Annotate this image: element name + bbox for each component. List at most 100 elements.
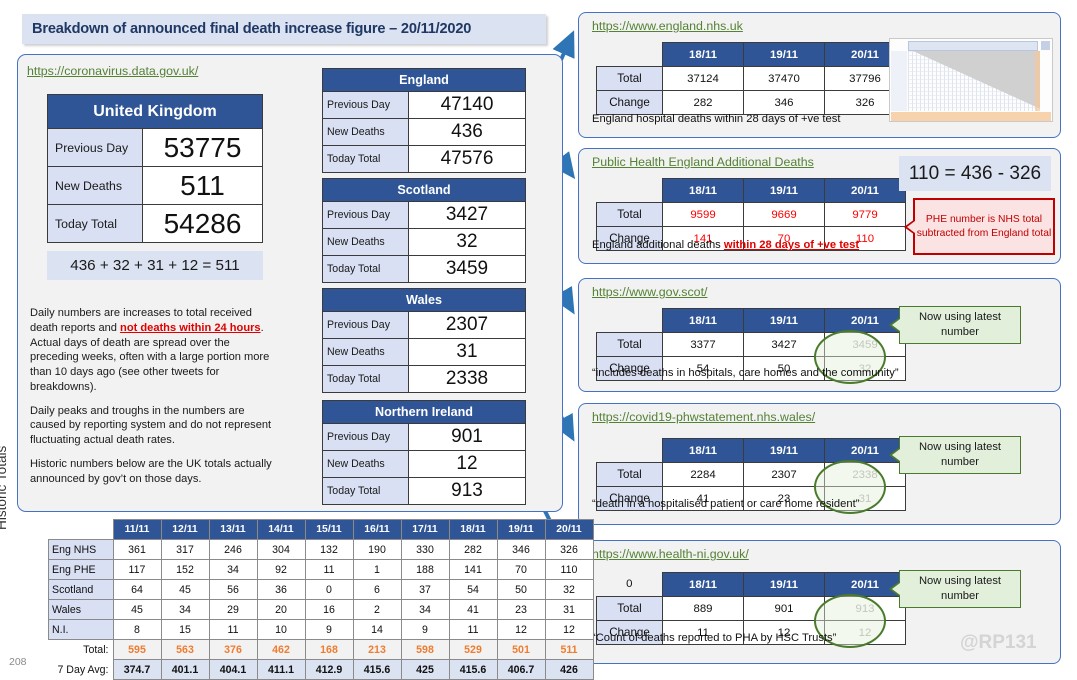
- thumb-right-column: [1035, 51, 1040, 111]
- note-paragraph: Daily numbers are increases to total rec…: [30, 306, 280, 395]
- latest-number-callout: Now using latest number: [889, 436, 1021, 474]
- table-row: Wales 45 34 29 20 16 2 34 41 23 31: [48, 599, 594, 620]
- phe-additional-deaths-link[interactable]: Public Health England Additional Deaths: [592, 155, 814, 169]
- data-cell: 426: [544, 659, 594, 680]
- row-label: Total: [596, 332, 663, 357]
- coronavirus-data-link[interactable]: https://coronavirus.data.gov.uk/: [27, 64, 198, 78]
- health-ni-link[interactable]: https://www.health-ni.gov.uk/: [592, 547, 749, 561]
- historic-totals-label: Historic Totals: [0, 445, 9, 530]
- data-cell: 12: [496, 619, 546, 640]
- row-value: 3427: [408, 201, 526, 229]
- page-title: Breakdown of announced final death incre…: [22, 14, 546, 44]
- uk-sum-formula-text: 436 + 32 + 31 + 12 = 511: [70, 257, 240, 274]
- table-row: United Kingdom: [47, 94, 263, 129]
- data-cell: 406.7: [496, 659, 546, 680]
- source-panel-wales: https://covid19-phwstatement.nhs.wales/ …: [578, 403, 1061, 525]
- nation-table-wales: Wales Previous Day 2307 New Deaths 31 Toda…: [322, 288, 526, 393]
- table-row: Today Total 913: [322, 477, 526, 505]
- historic-totals-table: 11/11 12/11 13/11 14/11 15/11 16/11 17/11 18/11…: [48, 519, 594, 680]
- phw-wales-link[interactable]: https://covid19-phwstatement.nhs.wales/: [592, 410, 815, 424]
- table-row: Today Total 54286: [47, 204, 263, 243]
- corner-cell: [597, 439, 663, 463]
- table-row: Previous Day 901: [322, 423, 526, 451]
- table-row: New Deaths 511: [47, 166, 263, 205]
- data-cell: 6: [352, 579, 402, 600]
- data-cell: 9599: [662, 202, 744, 227]
- data-cell: 361: [112, 539, 162, 560]
- data-cell: 50: [496, 579, 546, 600]
- england-nhs-link[interactable]: https://www.england.nhs.uk: [592, 19, 743, 33]
- data-cell: 595: [112, 639, 162, 660]
- data-cell: 37124: [662, 66, 744, 91]
- table-row: N.I. 8 15 11 10 9 14 9 11 12 12: [48, 619, 594, 640]
- data-cell: 41: [448, 599, 498, 620]
- data-cell: 117: [112, 559, 162, 580]
- col-header-date: 19/11: [743, 438, 825, 463]
- table-row: Previous Day 2307: [322, 311, 526, 339]
- row-label: Total: [596, 202, 663, 227]
- caption-text: “death in a hospitalised patient or care…: [592, 498, 860, 510]
- table-row: Total: 595 563 376 462 168 213 598 529 501 511: [49, 639, 594, 660]
- uk-summary-table: United Kingdom Previous Day 53775 New De…: [47, 94, 263, 243]
- row-label: Previous Day: [322, 423, 409, 451]
- thumb-shaded-region: [908, 51, 1040, 111]
- data-cell: 9779: [824, 202, 906, 227]
- data-cell: 10: [256, 619, 306, 640]
- data-cell: 190: [352, 539, 402, 560]
- row-label: New Deaths: [322, 450, 409, 478]
- callout-tail-fill: [907, 220, 915, 233]
- row-label: Change: [596, 90, 663, 115]
- col-header-date: 18/11: [662, 308, 744, 333]
- data-cell: 56: [208, 579, 258, 600]
- data-cell: 45: [112, 599, 162, 620]
- source-panel-nhs-england: https://www.england.nhs.uk 18/11 19/11 2…: [578, 12, 1061, 138]
- table-row: New Deaths 436: [322, 118, 526, 146]
- col-header-date: 19/11: [743, 178, 825, 203]
- callout-text: Now using latest number: [918, 310, 1002, 338]
- table-row: Previous Day 3427: [322, 201, 526, 229]
- row-label: Today Total: [322, 255, 409, 283]
- page-title-text: Breakdown of announced final death incre…: [32, 21, 472, 37]
- panel-caption: England hospital deaths within 28 days o…: [592, 113, 840, 125]
- table-row: Eng NHS 361 317 246 304 132 190 330 282 346 326: [48, 539, 594, 560]
- row-label: Total: [596, 596, 663, 621]
- table-row: England: [322, 68, 526, 92]
- row-value: 913: [408, 477, 526, 505]
- col-header-date: 15/11: [304, 519, 354, 540]
- data-cell: 37470: [743, 66, 825, 91]
- table-row: 0 18/11 19/11 20/11: [597, 572, 906, 597]
- gov-scot-link[interactable]: https://www.gov.scot/: [592, 285, 707, 299]
- row-label: Today Total: [47, 204, 143, 243]
- panel-caption: “includes deaths in hospitals, care home…: [592, 367, 899, 379]
- data-cell: 598: [400, 639, 450, 660]
- corner-cell: [49, 520, 114, 540]
- slide-number: 208: [9, 656, 27, 668]
- uk-table-header: United Kingdom: [47, 94, 263, 129]
- note-paragraph: Daily peaks and troughs in the numbers a…: [30, 404, 272, 447]
- row-label: Eng NHS: [48, 539, 114, 560]
- table-row: 18/11 19/11 20/11: [597, 438, 906, 463]
- data-cell: 54: [448, 579, 498, 600]
- data-cell: 3377: [662, 332, 744, 357]
- phe-callout-text: PHE number is NHS total subtracted from …: [916, 213, 1052, 239]
- data-cell: 9: [304, 619, 354, 640]
- data-cell: 64: [112, 579, 162, 600]
- table-row: 18/11 19/11 20/11: [597, 308, 906, 333]
- data-cell: 31: [544, 599, 594, 620]
- table-row: Today Total 3459: [322, 255, 526, 283]
- col-header-date: 20/11: [544, 519, 594, 540]
- corner-cell: 0: [626, 578, 633, 591]
- col-header-date: 18/11: [662, 438, 744, 463]
- row-label: Wales: [48, 599, 114, 620]
- col-header-date: 14/11: [256, 519, 306, 540]
- data-cell: 12: [544, 619, 594, 640]
- latest-number-callout: Now using latest number: [889, 570, 1021, 608]
- corner-cell: [597, 179, 663, 203]
- row-label: 7 Day Avg:: [57, 663, 109, 676]
- data-cell: 2307: [743, 462, 825, 487]
- table-row: Previous Day 53775: [47, 128, 263, 167]
- data-cell: 317: [160, 539, 210, 560]
- data-cell: 412.9: [304, 659, 354, 680]
- row-value: 3459: [408, 255, 526, 283]
- row-value: 47140: [408, 91, 526, 119]
